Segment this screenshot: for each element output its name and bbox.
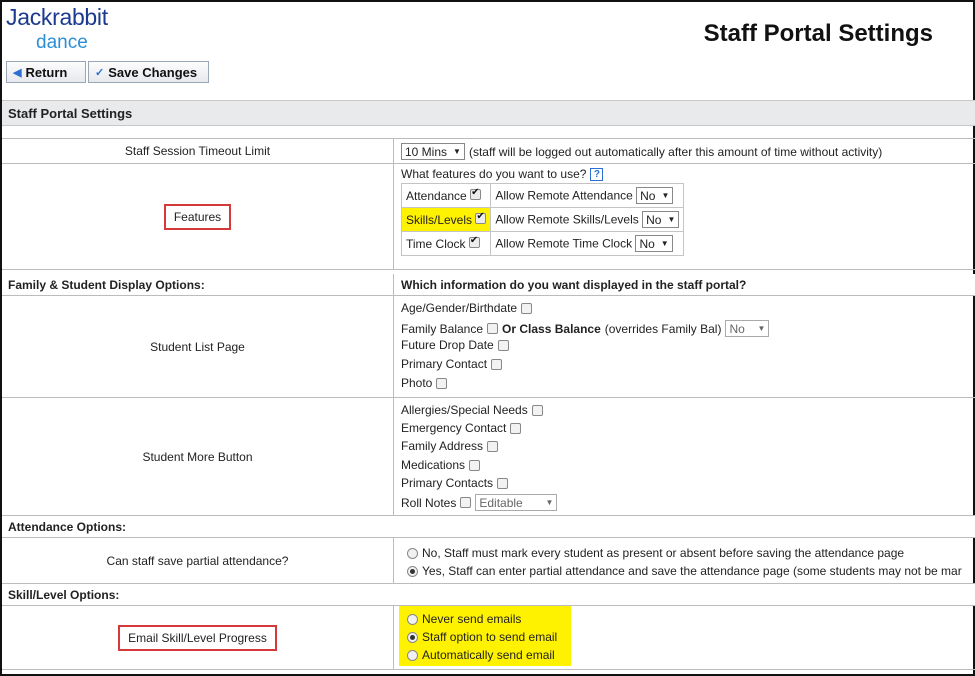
or-class-balance-label: Or Class Balance xyxy=(502,321,601,336)
option-label: Future Drop Date xyxy=(401,338,494,352)
option-label: Yes, Staff can enter partial attendance … xyxy=(422,564,962,578)
class-balance-select[interactable]: No ▼ xyxy=(725,320,770,337)
option-label: Allergies/Special Needs xyxy=(401,403,528,417)
remote-label: Allow Remote Skills/Levels xyxy=(495,212,639,227)
student-list-label: Student List Page xyxy=(2,296,394,397)
student-more-label: Student More Button xyxy=(2,398,394,515)
page-title: Staff Portal Settings xyxy=(703,20,933,47)
remote-label: Allow Remote Attendance xyxy=(495,188,633,203)
logo-subtitle: dance xyxy=(36,32,88,53)
allergies-checkbox[interactable] xyxy=(531,404,543,416)
photo-checkbox[interactable] xyxy=(436,377,448,389)
feature-name: Attendance xyxy=(406,188,467,203)
auto-send-radio[interactable] xyxy=(407,649,418,661)
family-display-title: Family & Student Display Options: xyxy=(2,274,394,295)
section-title: Staff Portal Settings xyxy=(2,100,975,126)
partial-attendance-label: Can staff save partial attendance? xyxy=(2,538,394,583)
partial-attendance-no-radio[interactable] xyxy=(407,547,418,559)
email-progress-label: Email Skill/Level Progress xyxy=(118,624,277,651)
timeout-value: 10 Mins xyxy=(405,144,448,159)
features-row: Features What features do you want to us… xyxy=(2,164,975,270)
option-label: Family Address xyxy=(401,439,484,453)
option-label: Staff option to send email xyxy=(422,630,558,644)
features-table: Attendance Allow Remote Attendance No ▼ S… xyxy=(400,183,685,256)
student-list-row: Student List Page Age/Gender/Birthdate F… xyxy=(2,296,975,398)
feature-row-skills: Skills/Levels Allow Remote Skills/Levels… xyxy=(400,207,685,232)
option-label: Age/Gender/Birthdate xyxy=(401,301,518,315)
partial-attendance-row: Can staff save partial attendance? No, S… xyxy=(2,538,975,584)
save-label: Save Changes xyxy=(108,64,198,80)
select-value: No xyxy=(639,236,655,251)
option-label: Primary Contacts xyxy=(401,476,494,490)
option-label: Photo xyxy=(401,376,433,390)
feature-name: Skills/Levels xyxy=(406,212,473,227)
primary-contact-checkbox[interactable] xyxy=(491,358,503,370)
roll-notes-select[interactable]: Editable ▼ xyxy=(475,494,558,511)
medications-checkbox[interactable] xyxy=(469,459,481,471)
remote-skills-select[interactable]: No ▼ xyxy=(642,211,680,228)
attendance-options-title: Attendance Options: xyxy=(8,519,127,534)
option-label: Roll Notes xyxy=(401,495,457,510)
attendance-options-header: Attendance Options: xyxy=(2,516,975,538)
overrides-note: (overrides Family Bal) xyxy=(604,321,722,336)
chevron-down-icon: ▼ xyxy=(453,147,461,156)
age-gender-checkbox[interactable] xyxy=(521,302,533,314)
timeout-label: Staff Session Timeout Limit xyxy=(2,139,394,163)
future-drop-date-checkbox[interactable] xyxy=(497,339,509,351)
option-label: Automatically send email xyxy=(422,648,555,662)
family-display-question: Which information do you want displayed … xyxy=(401,278,747,292)
family-display-header: Family & Student Display Options: Which … xyxy=(2,274,975,296)
attendance-checkbox[interactable] xyxy=(470,187,482,200)
arrow-left-icon: ◀ xyxy=(13,66,22,79)
chevron-down-icon: ▼ xyxy=(661,191,670,200)
skills-levels-checkbox[interactable] xyxy=(475,211,487,224)
remote-attendance-select[interactable]: No ▼ xyxy=(636,187,674,204)
features-label: Features xyxy=(163,203,232,230)
email-progress-row: Email Skill/Level Progress Never send em… xyxy=(2,606,975,670)
roll-notes-checkbox[interactable] xyxy=(460,497,472,508)
partial-attendance-yes-radio[interactable] xyxy=(407,565,418,577)
select-value: Editable xyxy=(479,495,523,510)
help-icon[interactable]: ? xyxy=(590,167,604,181)
never-send-radio[interactable] xyxy=(407,613,418,625)
emergency-contact-checkbox[interactable] xyxy=(510,422,522,434)
option-label: Never send emails xyxy=(422,612,522,626)
feature-row-attendance: Attendance Allow Remote Attendance No ▼ xyxy=(400,183,685,208)
staff-option-radio[interactable] xyxy=(407,631,418,643)
chevron-down-icon: ▼ xyxy=(757,324,766,333)
features-question: What features do you want to use? xyxy=(401,167,587,181)
jackrabbit-logo: Jackrabbit dance xyxy=(6,4,146,56)
family-balance-checkbox[interactable] xyxy=(487,323,499,334)
option-label: Medications xyxy=(401,458,466,472)
family-address-checkbox[interactable] xyxy=(487,440,499,452)
select-value: No xyxy=(640,188,656,203)
logo-wordmark: Jackrabbit xyxy=(6,4,108,30)
timeout-select[interactable]: 10 Mins ▼ xyxy=(401,143,465,160)
feature-row-timeclock: Time Clock Allow Remote Time Clock No ▼ xyxy=(400,231,685,256)
remote-label: Allow Remote Time Clock xyxy=(495,236,633,251)
chevron-down-icon: ▼ xyxy=(660,239,669,248)
student-more-row: Student More Button Allergies/Special Ne… xyxy=(2,398,975,516)
checkmark-icon: ✓ xyxy=(95,66,105,79)
select-value: No xyxy=(646,212,662,227)
chevron-down-icon: ▼ xyxy=(545,498,554,507)
return-button[interactable]: ◀ Return xyxy=(6,61,86,83)
chevron-down-icon: ▼ xyxy=(667,215,676,224)
timeout-note: (staff will be logged out automatically … xyxy=(468,144,883,159)
primary-contacts-checkbox[interactable] xyxy=(497,477,509,489)
time-clock-checkbox[interactable] xyxy=(468,235,480,248)
option-label: Emergency Contact xyxy=(401,421,507,435)
option-label: Family Balance xyxy=(401,321,484,336)
option-label: Primary Contact xyxy=(401,357,488,371)
skill-options-title: Skill/Level Options: xyxy=(8,587,120,602)
skill-options-header: Skill/Level Options: xyxy=(2,584,975,606)
feature-name: Time Clock xyxy=(406,236,466,251)
remote-timeclock-select[interactable]: No ▼ xyxy=(635,235,673,252)
option-label: No, Staff must mark every student as pre… xyxy=(422,546,905,560)
save-changes-button[interactable]: ✓ Save Changes xyxy=(88,61,209,83)
select-value: No xyxy=(729,321,745,336)
timeout-row: Staff Session Timeout Limit 10 Mins ▼ (st… xyxy=(2,138,975,164)
return-label: Return xyxy=(25,64,68,80)
